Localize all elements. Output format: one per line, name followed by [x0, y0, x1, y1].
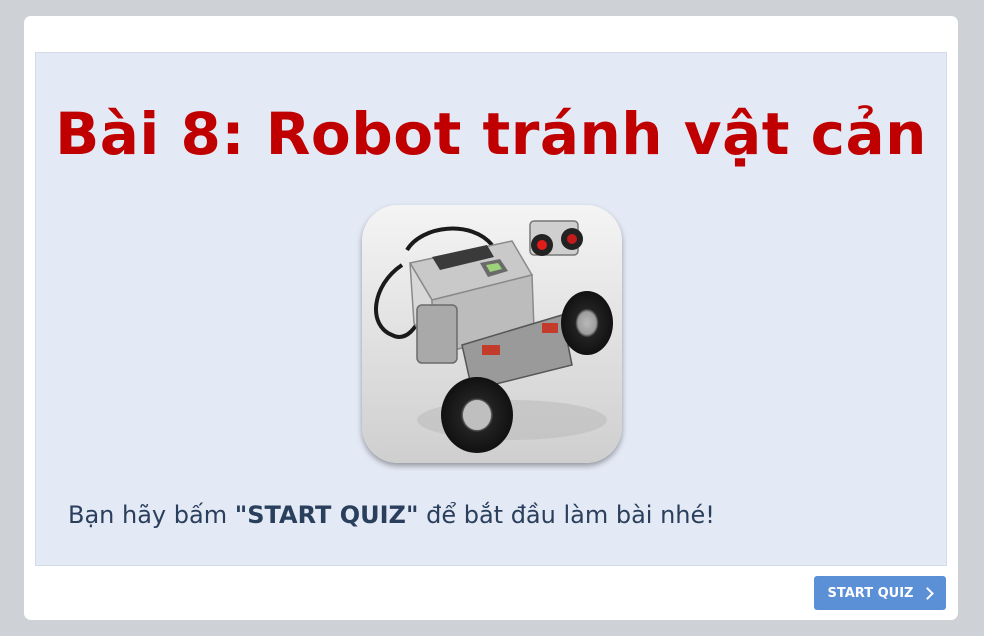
intro-slide: Bài 8: Robot tránh vật cản Bạn hãy bấm "…	[35, 52, 947, 566]
chevron-right-icon	[921, 586, 935, 600]
start-quiz-button[interactable]: START QUIZ	[814, 576, 946, 610]
start-instruction: Bạn hãy bấm "START QUIZ" để bắt đầu làm …	[68, 501, 715, 529]
quiz-card: Bài 8: Robot tránh vật cản Bạn hãy bấm "…	[24, 16, 958, 620]
instruction-highlight: "START QUIZ"	[234, 501, 419, 529]
start-quiz-label: START QUIZ	[827, 585, 914, 601]
slide-title: Bài 8: Robot tránh vật cản	[55, 100, 927, 168]
robot-image	[362, 205, 622, 463]
robot-illustration	[362, 205, 622, 463]
instruction-suffix: để bắt đầu làm bài nhé!	[418, 501, 715, 529]
instruction-prefix: Bạn hãy bấm	[68, 501, 235, 529]
